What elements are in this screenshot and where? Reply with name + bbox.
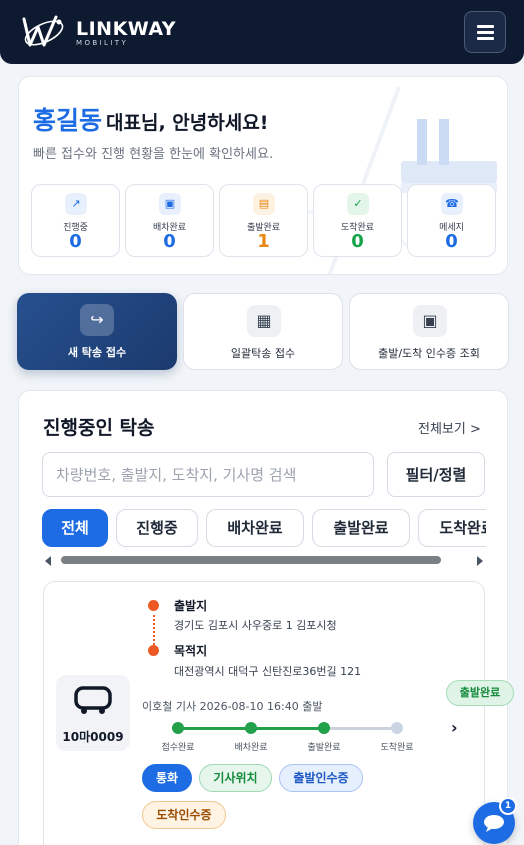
stat-messages[interactable]: ☎ 메세지 0	[407, 184, 496, 257]
stat-arrived[interactable]: ✓ 도착완료 0	[313, 184, 402, 257]
scroll-right-icon[interactable]	[477, 556, 483, 566]
tab-all[interactable]: 전체	[42, 509, 108, 547]
scroll-left-icon[interactable]	[45, 556, 51, 566]
tab-departed[interactable]: 출발완료	[312, 509, 410, 547]
step-dot	[318, 722, 330, 734]
menu-button[interactable]	[464, 11, 506, 53]
greeting-text: 대표님, 안녕하세요!	[106, 112, 269, 134]
brand-subtitle: MOBILITY	[76, 39, 129, 47]
receipt-lookup-button[interactable]: ▣ 출발/도착 인수증 조회	[349, 293, 509, 370]
arrival-receipt-button[interactable]: 도착인수증	[142, 801, 226, 829]
document-icon: ▣	[413, 305, 447, 337]
origin-title: 출발지	[174, 599, 208, 613]
new-delivery-button[interactable]: ↪ 새 탁송 접수	[17, 293, 177, 370]
stat-departed[interactable]: ▤ 출발완료 1	[219, 184, 308, 257]
origin-address: 경기도 김포시 사우중로 1 김포시청	[174, 619, 337, 632]
list-icon: ▤	[253, 193, 275, 215]
tab-in-progress[interactable]: 진행중	[116, 509, 198, 547]
see-all-link[interactable]: 전체보기 >	[418, 418, 481, 437]
step-label: 도착완료	[380, 743, 414, 753]
tabs-scrollbar[interactable]	[43, 554, 485, 566]
status-badge: 출발완료	[446, 680, 514, 706]
bulk-delivery-button[interactable]: ▦ 일괄탁송 접수	[183, 293, 343, 370]
chat-badge: 1	[499, 797, 517, 815]
origin-dot-icon	[148, 600, 159, 611]
user-name: 홍길동	[33, 106, 103, 135]
step-label: 접수완료	[161, 743, 195, 753]
square-icon: ▣	[159, 193, 181, 215]
status-tabs: 전체 진행중 배차완료 출발완료 도착완료	[42, 509, 486, 549]
search-input[interactable]	[42, 452, 374, 497]
linkway-logo-icon[interactable]	[20, 13, 66, 51]
redirect-arrow-icon: ↪	[80, 304, 114, 336]
section-title: 진행중인 탁송	[43, 417, 155, 439]
route-line	[153, 615, 155, 645]
step-dot	[245, 722, 257, 734]
arrow-up-right-icon: ↗	[65, 193, 87, 215]
stat-value: 0	[445, 231, 458, 252]
phone-icon: ☎	[441, 193, 463, 215]
deliveries-card: 진행중인 탁송 전체보기 > 필터/정렬 전체 진행중 배차완료 출발완료 도착…	[18, 390, 514, 845]
tab-arrived[interactable]: 도착완료	[418, 509, 486, 547]
stat-value: 1	[257, 231, 270, 252]
stat-value: 0	[69, 231, 82, 252]
driver-location-button[interactable]: 기사위치	[199, 764, 272, 792]
stat-value: 0	[351, 231, 364, 252]
check-icon: ✓	[347, 193, 369, 215]
step-dot	[391, 722, 403, 734]
step-dot	[172, 722, 184, 734]
step-label: 배차완료	[234, 743, 268, 753]
car-icon	[74, 686, 112, 714]
hamburger-icon	[477, 25, 494, 28]
call-button[interactable]: 통화	[142, 764, 192, 792]
greeting-card: 홍길동 대표님, 안녕하세요! 빠른 접수와 진행 현황을 한눈에 확인하세요. …	[18, 76, 508, 275]
stat-dispatched[interactable]: ▣ 배차완료 0	[125, 184, 214, 257]
destination-dot-icon	[148, 645, 159, 656]
greeting-subtitle: 빠른 접수와 진행 현황을 한눈에 확인하세요.	[33, 147, 274, 162]
stat-value: 0	[163, 231, 176, 252]
delivery-item[interactable]: 10마0009 출발지 경기도 김포시 사우중로 1 김포시청 목적지 대전광역…	[43, 581, 514, 845]
step-label: 출발완료	[307, 743, 341, 753]
chevron-right-icon[interactable]: ›	[451, 718, 458, 737]
destination-address: 대전광역시 대덕구 신탄진로36번길 121	[174, 665, 362, 678]
stat-in-progress[interactable]: ↗ 진행중 0	[31, 184, 120, 257]
destination-title: 목적지	[174, 644, 208, 658]
brand-name: LINKWAY	[76, 18, 177, 40]
grid-icon: ▦	[247, 305, 281, 337]
filter-sort-button[interactable]: 필터/정렬	[387, 452, 485, 497]
app-header: LINKWAY MOBILITY	[0, 0, 524, 64]
driver-info: 이호철 기사 2026-08-10 16:40 출발	[142, 700, 323, 713]
tab-dispatched[interactable]: 배차완료	[206, 509, 304, 547]
departure-receipt-button[interactable]: 출발인수증	[279, 764, 363, 792]
vehicle-plate: 10마0009	[62, 730, 124, 744]
vehicle-box: 10마0009	[56, 675, 130, 751]
scrollbar-thumb[interactable]	[61, 556, 441, 564]
